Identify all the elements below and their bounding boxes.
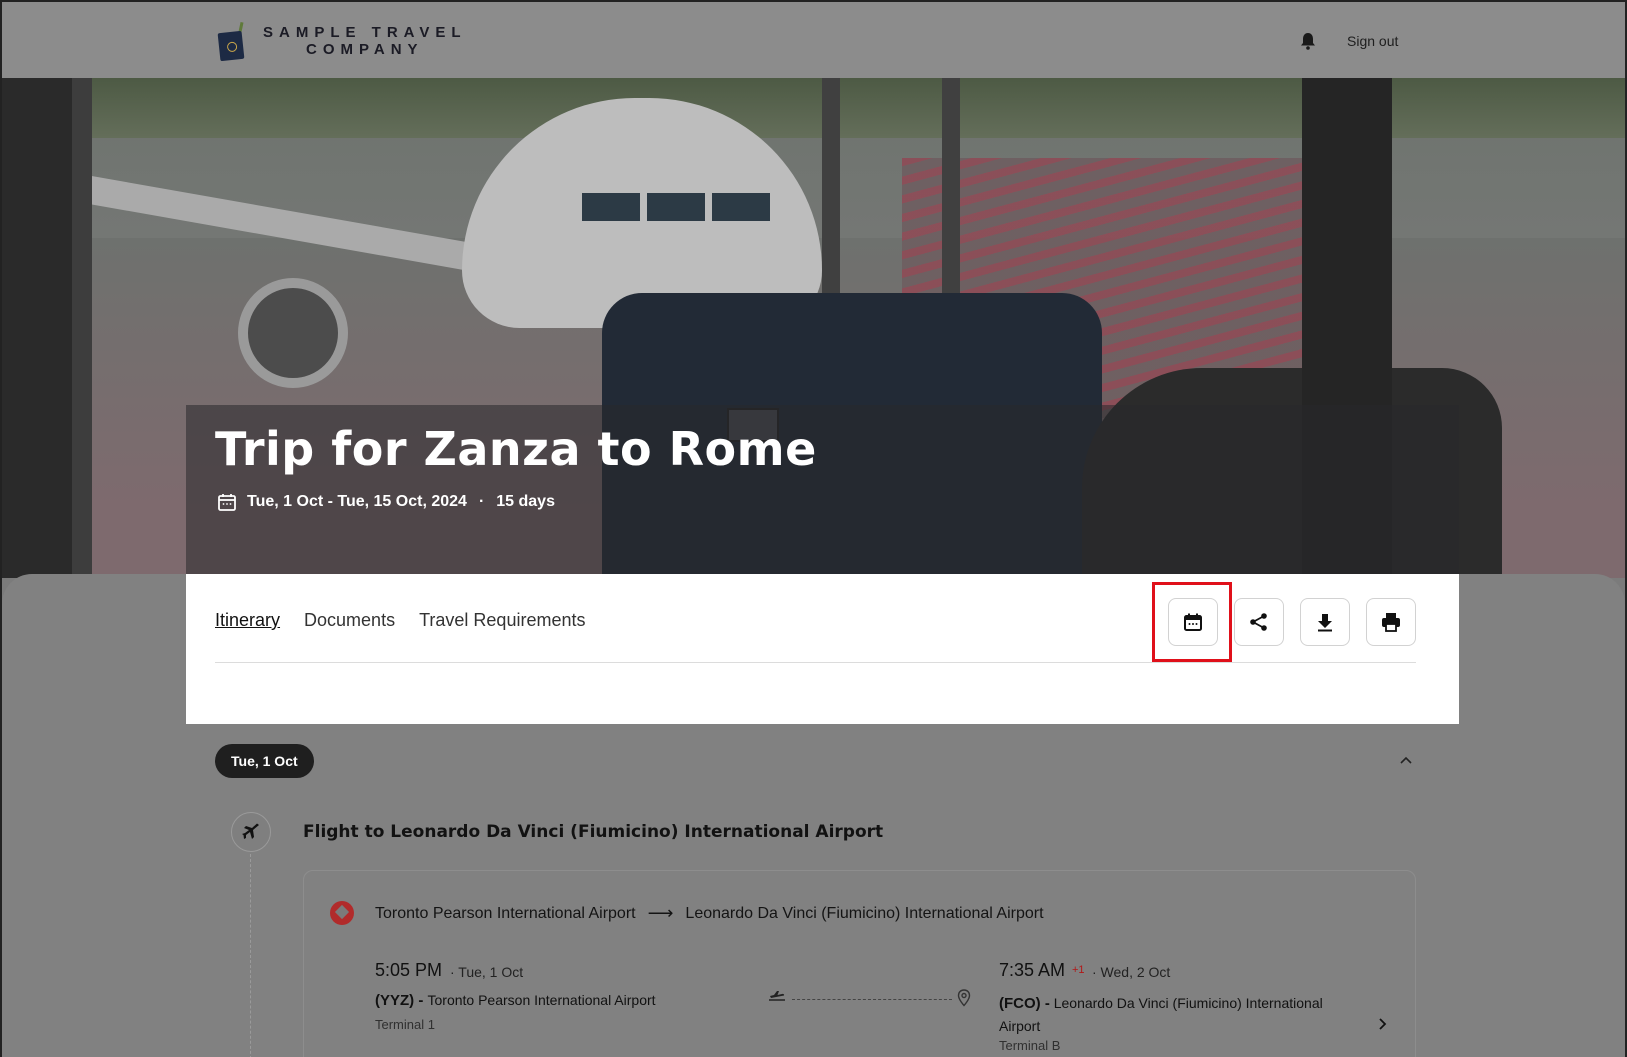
date-range: Tue, 1 Oct - Tue, 15 Oct, 2024: [247, 493, 467, 510]
arrival-airport: (FCO) - Leonardo Da Vinci (Fiumicino) In…: [999, 992, 1349, 1037]
arrival-day-offset: +1: [1072, 964, 1085, 976]
trip-tabs: Itinerary Documents Travel Requirements: [215, 610, 585, 631]
top-bar: SAMPLE TRAVEL COMPANY Sign out: [2, 2, 1625, 78]
arrival-time: 7:35 AM: [999, 960, 1066, 980]
company-logo[interactable]: SAMPLE TRAVEL COMPANY: [217, 22, 467, 62]
tabs-panel: [186, 574, 1459, 724]
day-pill: Tue, 1 Oct: [215, 744, 314, 778]
arrow-right-icon: ⟶: [647, 903, 674, 923]
departure-airport: (YYZ) - Toronto Pearson International Ai…: [375, 992, 656, 1009]
departure-time: 5:05 PM: [375, 960, 443, 980]
logo-line-1: SAMPLE TRAVEL: [263, 24, 467, 41]
logo-line-2: COMPANY: [306, 41, 424, 58]
download-button[interactable]: [1300, 598, 1350, 646]
trip-dates: Tue, 1 Oct - Tue, 15 Oct, 2024 · 15 days: [217, 492, 555, 512]
chevron-up-icon: [1400, 756, 1412, 764]
airplane-icon: [242, 823, 259, 839]
tab-itinerary[interactable]: Itinerary: [215, 610, 280, 631]
itinerary-timeline: [250, 854, 251, 1057]
trip-title: Trip for Zanza to Rome: [215, 422, 817, 476]
chevron-right-icon[interactable]: [1377, 1017, 1387, 1031]
share-button[interactable]: [1234, 598, 1284, 646]
passport-logo-icon: [217, 22, 253, 62]
print-button[interactable]: [1366, 598, 1416, 646]
location-pin-icon: [957, 989, 971, 1007]
arrival-terminal: Terminal B: [999, 1038, 1061, 1053]
flight-segment-icon: [231, 812, 271, 852]
departure-terminal: Terminal 1: [375, 1017, 435, 1032]
departure-airport-name: Toronto Pearson International Airport: [427, 992, 656, 1008]
calendar-button-highlight: [1152, 582, 1232, 662]
route-origin: Toronto Pearson International Airport: [375, 904, 636, 922]
flight-title: Flight to Leonardo Da Vinci (Fiumicino) …: [303, 822, 884, 842]
tab-travel-requirements[interactable]: Travel Requirements: [419, 610, 585, 631]
bell-icon[interactable]: [1300, 32, 1316, 50]
download-icon: [1318, 614, 1332, 632]
departure-date: · Tue, 1 Oct: [450, 964, 524, 980]
airline-logo-icon: [330, 901, 354, 925]
print-icon: [1382, 613, 1400, 632]
trip-duration: 15 days: [496, 493, 555, 510]
logo-text: SAMPLE TRAVEL COMPANY: [263, 24, 467, 58]
share-icon: [1250, 613, 1267, 631]
arrival-date: · Wed, 2 Oct: [1092, 964, 1171, 980]
sign-out-link[interactable]: Sign out: [1347, 33, 1398, 49]
route-destination: Leonardo Da Vinci (Fiumicino) Internatio…: [685, 904, 1044, 922]
calendar-icon: [218, 494, 236, 511]
takeoff-icon: [769, 991, 785, 1001]
tab-divider: [215, 662, 1416, 663]
tab-documents[interactable]: Documents: [304, 610, 395, 631]
collapse-day-button[interactable]: [1399, 752, 1413, 768]
arrival-code: (FCO) -: [999, 995, 1050, 1012]
flight-route: Toronto Pearson International Airport ⟶ …: [375, 903, 1044, 924]
flight-path-line: [792, 999, 952, 1000]
departure-code: (YYZ) -: [375, 992, 424, 1009]
date-separator: ·: [478, 493, 485, 510]
